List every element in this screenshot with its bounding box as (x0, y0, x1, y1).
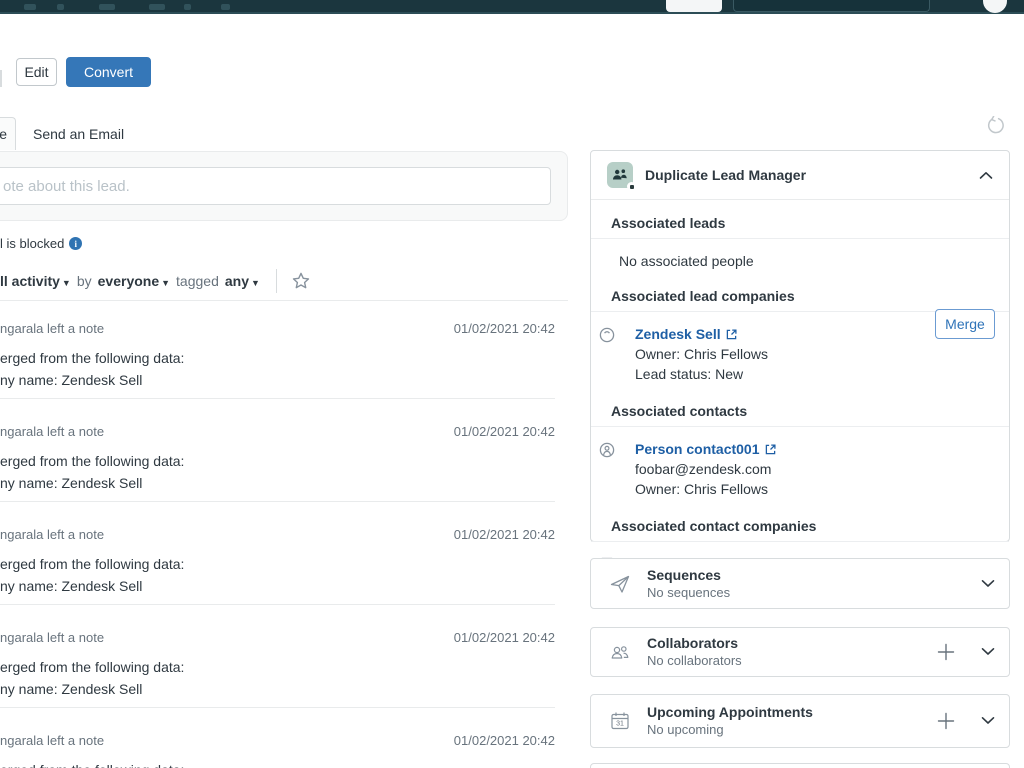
topbar-partial-item (99, 4, 115, 10)
chevron-down-icon: ▼ (62, 278, 71, 288)
chevron-down-icon[interactable] (981, 643, 995, 661)
widget-subtitle: No sequences (647, 584, 1009, 601)
note-placeholder: ote about this lead. (3, 178, 130, 195)
topbar-partial-item (57, 4, 64, 10)
note-text: erged from the following data: (0, 347, 555, 369)
note-author: ngarala left a note (0, 527, 104, 543)
note-author: ngarala left a note (0, 321, 104, 337)
filter-tag-dropdown[interactable]: any▼ (225, 273, 260, 289)
filter-by-label: by (77, 273, 92, 289)
lead-company-link[interactable]: Zendesk Sell (635, 324, 737, 344)
note-author: ngarala left a note (0, 630, 104, 646)
note-date: 01/02/2021 20:42 (454, 321, 555, 337)
blocked-notice: l is blocked i (0, 236, 82, 251)
star-icon[interactable] (291, 271, 311, 291)
note-entry: ngarala left a note 01/02/2021 20:42 erge… (0, 518, 555, 621)
note-author: ngarala left a note (0, 733, 104, 749)
contact-entry: Person contact001 foobar@zendesk.com Own… (591, 439, 1009, 499)
paper-plane-icon (609, 573, 633, 595)
note-date: 01/02/2021 20:42 (454, 733, 555, 749)
topbar-button-partial[interactable] (666, 0, 722, 12)
panel-title: Duplicate Lead Manager (645, 167, 979, 183)
lead-company-owner: Owner: Chris Fellows (635, 344, 768, 364)
chevron-down-icon[interactable] (981, 712, 995, 730)
widget-title: Sequences (647, 567, 1009, 584)
activity-filter-bar: ll activity▼ by everyone▼ tagged any▼ (0, 269, 311, 293)
tab-add-note-partial[interactable]: e (0, 117, 16, 150)
associated-leads-heading: Associated leads (591, 215, 1009, 239)
avatar[interactable] (983, 0, 1007, 13)
topbar-partial-item (24, 4, 36, 10)
note-author: ngarala left a note (0, 424, 104, 440)
external-link-icon (765, 444, 776, 455)
tab-send-an-email[interactable]: Send an Email (33, 117, 124, 150)
note-entry: ngarala left a note 01/02/2021 20:42 erge… (0, 415, 555, 518)
note-date: 01/02/2021 20:42 (454, 527, 555, 543)
page: Edit Convert e Send an Email ote about t… (0, 0, 1024, 768)
topbar-partial-item (221, 4, 230, 10)
calendar-icon: 31 (609, 710, 633, 732)
associated-leads-empty: No associated people (619, 253, 1009, 269)
blocked-notice-text: l is blocked (0, 236, 64, 251)
add-collaborator-button[interactable] (935, 641, 957, 663)
contact-link[interactable]: Person contact001 (635, 439, 776, 459)
edit-button[interactable]: Edit (16, 58, 57, 86)
note-text: erged from the following data: (0, 759, 555, 768)
search-input[interactable] (733, 0, 930, 12)
duplicate-lead-manager-panel: Duplicate Lead Manager Associated leads … (590, 150, 1010, 542)
note-text: ny name: Zendesk Sell (0, 369, 555, 391)
note-text: erged from the following data: (0, 656, 555, 678)
contact-owner: Owner: Chris Fellows (635, 479, 776, 499)
person-icon (599, 442, 615, 499)
note-date: 01/02/2021 20:42 (454, 630, 555, 646)
note-text: erged from the following data: (0, 553, 555, 575)
note-text: erged from the following data: (0, 450, 555, 472)
note-entry: ngarala left a note 01/02/2021 20:42 erge… (0, 621, 555, 724)
add-appointment-button[interactable] (935, 710, 957, 732)
filter-user-dropdown[interactable]: everyone▼ (98, 273, 170, 289)
upcoming-appointments-panel[interactable]: 31 Upcoming Appointments No upcoming (590, 694, 1010, 748)
chevron-up-icon[interactable] (979, 171, 993, 180)
associated-contacts-heading: Associated contacts (591, 403, 1009, 427)
note-text: ny name: Zendesk Sell (0, 678, 555, 700)
external-link-icon (726, 329, 737, 340)
topbar (0, 0, 1024, 14)
note-input[interactable]: ote about this lead. (0, 167, 551, 205)
chevron-down-icon: ▼ (161, 278, 170, 288)
cutoff-element-edge (0, 70, 2, 87)
note-entry: ngarala left a note 01/02/2021 20:42 erge… (0, 312, 555, 415)
convert-button[interactable]: Convert (66, 57, 151, 87)
note-entry: ngarala left a note 01/02/2021 20:42 erge… (0, 724, 555, 768)
filter-tagged-label: tagged (176, 273, 219, 289)
panel-header[interactable]: Duplicate Lead Manager (591, 151, 1009, 200)
divider (276, 269, 277, 293)
filter-activity-dropdown[interactable]: ll activity▼ (0, 273, 71, 289)
topbar-partial-item (149, 4, 165, 10)
associated-contact-companies-heading: Associated contact companies (591, 518, 1009, 542)
lead-company-status: Lead status: New (635, 364, 768, 384)
lead-icon (599, 327, 615, 384)
refresh-icon[interactable] (986, 116, 1005, 140)
topbar-partial-item (184, 4, 191, 10)
note-date: 01/02/2021 20:42 (454, 424, 555, 440)
duplicate-lead-manager-icon (607, 162, 633, 188)
next-panel-partial (590, 763, 1010, 768)
chevron-down-icon[interactable] (981, 575, 995, 593)
sequences-panel[interactable]: Sequences No sequences (590, 558, 1010, 609)
contact-email: foobar@zendesk.com (635, 459, 776, 479)
chevron-down-icon: ▼ (251, 278, 260, 288)
svg-text:31: 31 (616, 721, 624, 728)
divider (0, 300, 568, 301)
collaborators-panel[interactable]: Collaborators No collaborators (590, 627, 1010, 677)
activity-feed: ngarala left a note 01/02/2021 20:42 erge… (0, 312, 555, 768)
note-text: ny name: Zendesk Sell (0, 472, 555, 494)
note-text: ny name: Zendesk Sell (0, 575, 555, 597)
merge-button[interactable]: Merge (935, 309, 995, 339)
info-icon[interactable]: i (69, 237, 82, 250)
people-icon (609, 641, 633, 663)
